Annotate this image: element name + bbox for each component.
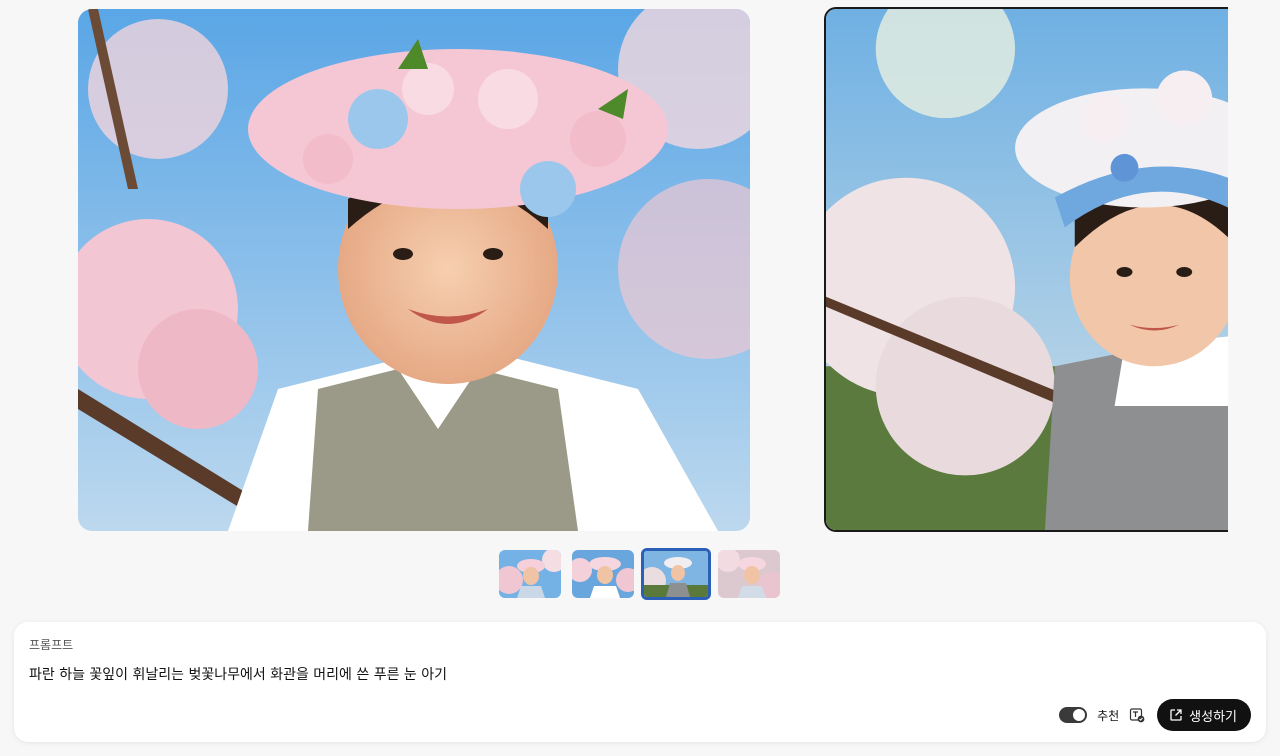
prompt-input[interactable]: 파란 하늘 꽃잎이 휘날리는 벚꽃나무에서 화관을 머리에 쓴 푸른 눈 아기 bbox=[29, 664, 1029, 684]
prompt-label: 프롬프트 bbox=[29, 638, 74, 652]
secondary-generated-image[interactable] bbox=[824, 7, 1228, 532]
prompt-controls: 추천 생성하기 bbox=[1059, 699, 1251, 731]
thumbnail-2[interactable] bbox=[572, 550, 634, 598]
generate-button-label: 생성하기 bbox=[1189, 709, 1237, 725]
toggle-knob bbox=[1073, 709, 1086, 721]
recommend-label: 추천 bbox=[1097, 708, 1120, 723]
thumbnail-4[interactable] bbox=[718, 550, 780, 598]
recommend-toggle[interactable] bbox=[1059, 707, 1088, 723]
thumbnail-strip bbox=[499, 548, 783, 600]
generate-button[interactable]: 생성하기 bbox=[1157, 699, 1251, 731]
main-generated-image[interactable] bbox=[78, 9, 750, 531]
thumbnail-3[interactable] bbox=[641, 548, 711, 600]
prompt-panel: 프롬프트 파란 하늘 꽃잎이 휘날리는 벚꽃나무에서 화관을 머리에 쓴 푸른 … bbox=[14, 622, 1266, 742]
thumbnail-1[interactable] bbox=[499, 550, 561, 598]
prompt-suggest-icon[interactable] bbox=[1129, 707, 1145, 723]
image-generator-page: 프롬프트 파란 하늘 꽃잎이 휘날리는 벚꽃나무에서 화관을 머리에 쓴 푸른 … bbox=[0, 0, 1280, 756]
external-edit-icon bbox=[1170, 709, 1182, 721]
